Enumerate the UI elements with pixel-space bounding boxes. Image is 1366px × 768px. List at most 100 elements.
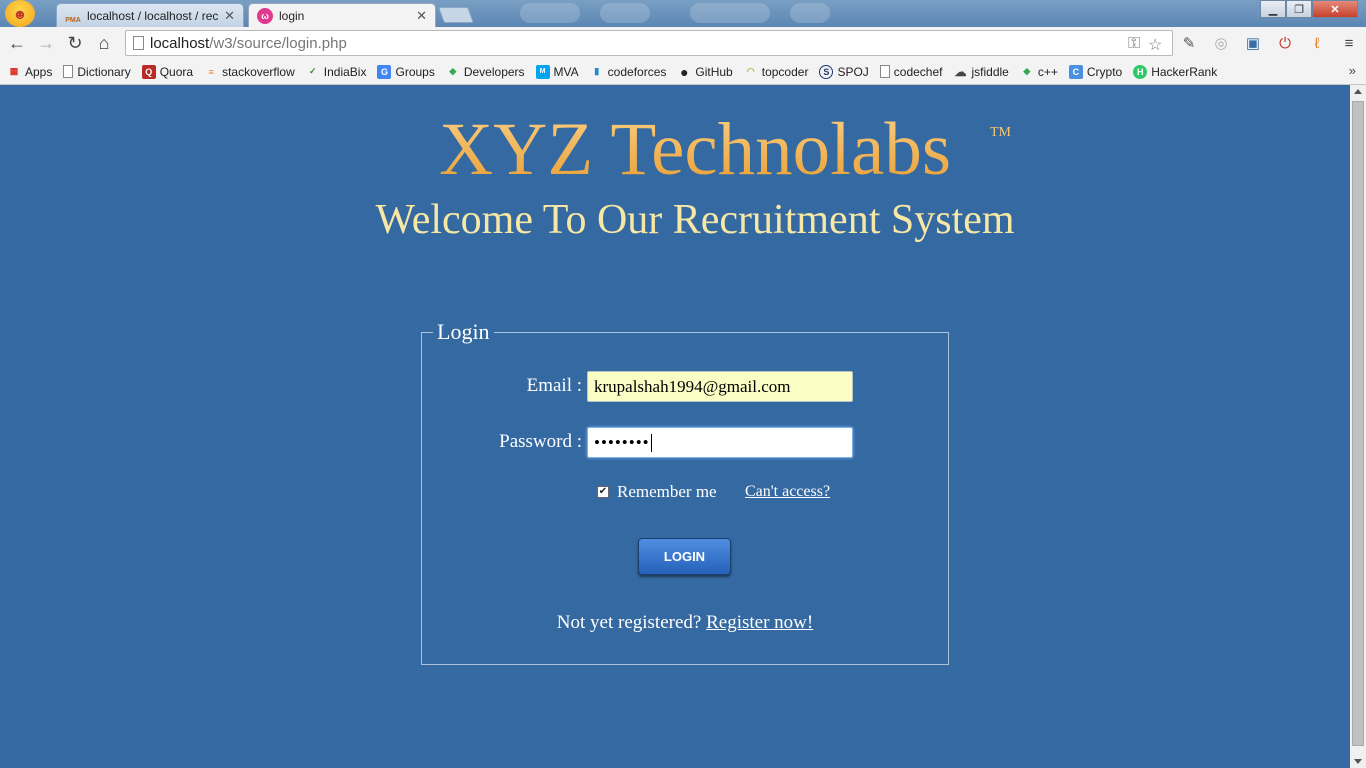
trademark-mark: TM (990, 125, 1011, 140)
brand-title: XYZ Technolabs (0, 105, 1366, 195)
email-label: Email : (526, 375, 582, 396)
url-path: /w3/source/login.php (209, 34, 347, 52)
password-field[interactable]: •••••••• (587, 427, 853, 458)
register-prompt: Not yet registered? (556, 612, 702, 633)
titlebar-decoration (600, 3, 650, 23)
tab-login[interactable]: ω login ✕ (248, 3, 436, 27)
bookmark-github[interactable]: ● GitHub (677, 63, 733, 80)
window-extension-icon[interactable]: ▣ (1242, 32, 1264, 54)
bookmark-label: stackoverflow (222, 64, 295, 79)
bookmark-label: Developers (463, 64, 525, 79)
bookmark-hackerrank[interactable]: H HackerRank (1133, 64, 1217, 79)
bookmark-groups[interactable]: G Groups (377, 64, 435, 79)
page-icon (63, 65, 74, 78)
cpp-icon: ◆ (1023, 66, 1031, 76)
home-button[interactable]: ⌂ (93, 32, 115, 54)
bookmark-label: MVA (553, 64, 579, 79)
titlebar-decoration (790, 3, 830, 23)
indiabix-icon: ✓ (309, 66, 317, 76)
tab-phpmyadmin[interactable]: PMA localhost / localhost / rec ✕ (56, 3, 244, 27)
crypto-icon: C (1068, 64, 1083, 79)
github-icon: ● (680, 63, 689, 80)
url-host: localhost (150, 34, 210, 52)
close-tab-icon[interactable]: ✕ (224, 8, 235, 24)
bookmark-label: Groups (395, 64, 435, 79)
password-value: •••••••• (594, 432, 650, 452)
extension-circle-icon[interactable]: ◎ (1210, 32, 1232, 54)
bookmark-dictionary[interactable]: Dictionary (63, 65, 131, 79)
bookmark-label: codechef (893, 64, 943, 79)
bookmarks-bar: ▦ Apps Dictionary Q Quora ≡ stackoverflow ✓… (0, 59, 1366, 85)
tab-title: localhost / localhost / rec (87, 8, 219, 23)
password-label: Password : (499, 431, 582, 452)
bookmark-label: Quora (159, 64, 194, 79)
bookmark-cpp[interactable]: ◆ c++ (1020, 64, 1058, 79)
reload-button[interactable]: ↻ (64, 32, 86, 54)
minimize-button[interactable]: ▁ (1260, 0, 1286, 18)
codeforces-icon: ▮ (594, 66, 600, 76)
email-value: krupalshah1994@gmail.com (594, 376, 791, 396)
text-caret (650, 433, 652, 452)
email-field[interactable]: krupalshah1994@gmail.com (587, 371, 853, 402)
forward-button[interactable]: → (35, 32, 57, 54)
address-bar[interactable]: localhost/w3/source/login.php ⚿ ☆ (125, 30, 1173, 56)
title-bar: ☻ PMA localhost / localhost / rec ✕ ω lo… (0, 0, 1366, 27)
bookmark-label: IndiaBix (323, 64, 367, 79)
bookmark-label: SPOJ (837, 64, 869, 79)
key-icon[interactable]: ⚿ (1128, 35, 1140, 53)
bookmark-jsfiddle[interactable]: ☁ jsfiddle (953, 65, 1008, 79)
bookmark-apps[interactable]: ▦ Apps (7, 64, 53, 79)
topcoder-icon: ◠ (746, 66, 755, 76)
eyedropper-icon[interactable]: ✎ (1178, 32, 1200, 54)
jsfiddle-icon: ☁ (954, 64, 967, 79)
cant-access-link[interactable]: Can't access? (745, 483, 830, 501)
bookmark-codechef[interactable]: codechef (879, 64, 943, 79)
bookmark-quora[interactable]: Q Quora (141, 64, 194, 79)
apps-grid-icon: ▦ (9, 66, 19, 76)
login-favicon-icon: ω (257, 7, 273, 24)
page-icon (879, 65, 890, 78)
star-icon[interactable]: ☆ (1148, 35, 1162, 55)
power-icon[interactable]: ⏻ (1274, 32, 1296, 54)
scroll-up-icon[interactable] (1354, 89, 1362, 94)
hackerrank-icon: H (1133, 64, 1148, 79)
scroll-down-icon[interactable] (1354, 759, 1362, 764)
close-tab-icon[interactable]: ✕ (416, 8, 427, 24)
phpmyadmin-icon: PMA (65, 16, 81, 24)
bookmark-developers[interactable]: ◆ Developers (446, 64, 525, 79)
menu-icon[interactable]: ≡ (1338, 32, 1360, 54)
titlebar-decoration (690, 3, 770, 23)
tab-title: login (279, 8, 305, 23)
scrollbar-thumb[interactable] (1352, 101, 1364, 746)
new-tab-button[interactable] (438, 7, 474, 23)
bookmark-topcoder[interactable]: ◠ topcoder (744, 65, 809, 79)
bookmark-label: Crypto (1086, 64, 1123, 79)
bookmark-codeforces[interactable]: ▮ codeforces (590, 65, 666, 79)
developers-icon: ◆ (449, 66, 457, 76)
bookmark-spoj[interactable]: S SPOJ (819, 64, 869, 79)
restore-button[interactable]: ❐ (1286, 0, 1312, 18)
remember-me-checkbox[interactable]: ✔ (597, 486, 609, 498)
login-button[interactable]: LOGIN (638, 538, 731, 575)
bookmark-label: Apps (25, 64, 53, 79)
login-fieldset: Login Email : krupalshah1994@gmail.com P… (421, 319, 949, 665)
back-button[interactable]: ← (6, 32, 28, 54)
bookmark-indiabix[interactable]: ✓ IndiaBix (306, 64, 367, 79)
bookmark-label: topcoder (761, 64, 809, 79)
bookmark-crypto[interactable]: C Crypto (1068, 64, 1123, 79)
mva-icon: M (535, 64, 550, 79)
bookmark-mva[interactable]: M MVA (535, 64, 579, 79)
user-avatar-icon[interactable]: ☻ (5, 0, 35, 27)
remember-me-label[interactable]: Remember me (617, 482, 717, 502)
bookmark-extension-icon[interactable]: ℓ (1306, 32, 1328, 54)
quora-icon: Q (141, 64, 156, 79)
stackoverflow-icon: ≡ (208, 66, 214, 77)
groups-icon: G (377, 64, 392, 79)
bookmark-stackoverflow[interactable]: ≡ stackoverflow (204, 64, 295, 79)
close-window-button[interactable]: ✕ (1312, 0, 1358, 18)
vertical-scrollbar[interactable] (1350, 85, 1366, 768)
login-legend: Login (433, 319, 494, 345)
register-now-link[interactable]: Register now! (706, 612, 813, 633)
more-bookmarks-icon[interactable]: » (1349, 63, 1356, 78)
bookmark-label: c++ (1037, 64, 1058, 79)
